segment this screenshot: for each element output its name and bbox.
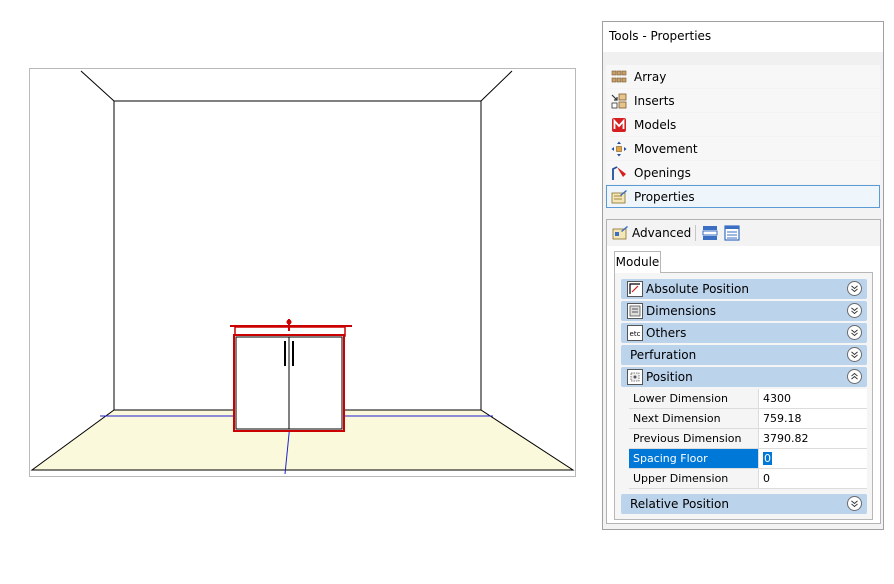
advanced-button[interactable]: Advanced [632, 226, 691, 240]
chevron-down-icon[interactable] [847, 496, 862, 511]
dimensions-icon [627, 303, 643, 319]
panel-title: Tools - Properties [603, 22, 883, 52]
tool-item-label: Movement [634, 142, 698, 156]
tool-item-label: Models [634, 118, 677, 132]
property-value-text: 0 [763, 452, 772, 465]
position-icon [627, 369, 643, 385]
move-gizmo-handle[interactable] [286, 319, 292, 325]
category-perfuration[interactable]: Perfuration [621, 345, 867, 365]
category-relative-position[interactable]: Relative Position [621, 494, 867, 514]
category-label: Relative Position [630, 497, 729, 511]
property-row-spacing-floor[interactable]: Spacing Floor 0 [629, 449, 867, 469]
chevron-down-icon[interactable] [847, 303, 862, 318]
openings-icon [612, 166, 626, 180]
property-value-input[interactable]: 0 [759, 449, 867, 468]
inserts-icon [611, 93, 627, 109]
category-others[interactable]: etc Others [621, 323, 867, 343]
property-pages-icon[interactable] [724, 225, 740, 241]
others-icon-text: etc [630, 330, 641, 338]
category-label: Position [646, 370, 693, 384]
room-scene [30, 70, 575, 475]
tool-item-properties[interactable]: Properties [606, 185, 880, 208]
tab-module[interactable]: Module [614, 251, 661, 273]
module-tab-content: Absolute Position Dimensions etc Others … [614, 272, 873, 520]
category-absolute-position[interactable]: Absolute Position [621, 279, 867, 299]
tool-item-openings[interactable]: Openings [606, 161, 880, 184]
property-row-upper-dimension[interactable]: Upper Dimension 0 [629, 469, 867, 489]
ceiling-edge-right [480, 70, 513, 102]
chevron-up-icon[interactable] [847, 369, 862, 384]
tool-item-inserts[interactable]: Inserts [606, 89, 880, 112]
ceiling-edge-left [80, 70, 115, 102]
tool-item-array[interactable]: Array [606, 65, 880, 88]
properties-editor: Advanced Module Absolute Position Dimens… [606, 219, 881, 524]
tools-properties-panel: Tools - Properties Array Inserts Models [602, 21, 884, 530]
property-name: Next Dimension [629, 409, 759, 428]
property-row-next-dimension[interactable]: Next Dimension 759.18 [629, 409, 867, 429]
tool-item-label: Array [634, 70, 667, 84]
property-name: Upper Dimension [629, 469, 759, 488]
chevron-down-icon[interactable] [847, 347, 862, 362]
properties-icon [611, 190, 627, 204]
movement-icon [611, 141, 627, 157]
toolbar-separator [695, 225, 696, 241]
tool-item-label: Openings [634, 166, 691, 180]
models-icon [612, 118, 626, 132]
categorized-view-icon[interactable] [702, 225, 718, 241]
property-value-input[interactable]: 759.18 [759, 409, 867, 428]
property-row-lower-dimension[interactable]: Lower Dimension 4300 [629, 389, 867, 409]
properties-toolbar: Advanced [607, 220, 880, 246]
chevron-down-icon[interactable] [847, 281, 862, 296]
tool-item-models[interactable]: Models [606, 113, 880, 136]
3d-viewport[interactable] [29, 68, 576, 477]
tool-item-label: Properties [634, 190, 695, 204]
category-label: Others [646, 326, 687, 340]
property-value-input[interactable]: 4300 [759, 389, 867, 408]
tool-item-label: Inserts [634, 94, 675, 108]
category-label: Perfuration [630, 348, 697, 362]
property-value-input[interactable]: 3790.82 [759, 429, 867, 448]
property-name: Lower Dimension [629, 389, 759, 408]
property-row-previous-dimension[interactable]: Previous Dimension 3790.82 [629, 429, 867, 449]
category-position[interactable]: Position [621, 367, 867, 387]
array-icon [611, 70, 627, 83]
property-name: Spacing Floor [629, 449, 759, 468]
absolute-position-icon [627, 281, 643, 297]
tool-item-movement[interactable]: Movement [606, 137, 880, 160]
property-name: Previous Dimension [629, 429, 759, 448]
others-etc-icon: etc [627, 325, 643, 341]
property-value-input[interactable]: 0 [759, 469, 867, 488]
chevron-down-icon[interactable] [847, 325, 862, 340]
category-label: Absolute Position [646, 282, 749, 296]
category-dimensions[interactable]: Dimensions [621, 301, 867, 321]
category-label: Dimensions [646, 304, 717, 318]
advanced-icon[interactable] [612, 225, 628, 241]
